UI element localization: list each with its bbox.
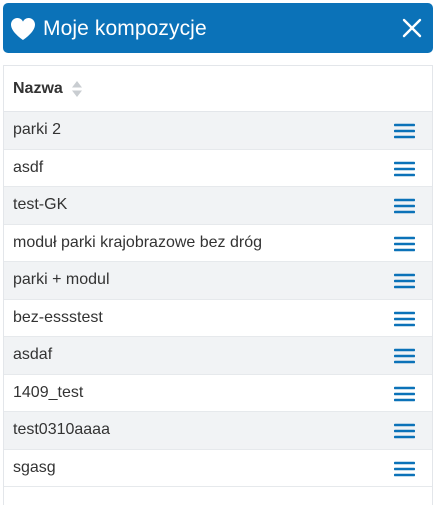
row-label: sgasg: [13, 458, 56, 476]
menu-icon[interactable]: [394, 348, 415, 364]
row-label: moduł parki krajobrazowe bez dróg: [13, 233, 263, 251]
menu-icon[interactable]: [394, 423, 415, 439]
row-label: test0310aaaa: [13, 421, 110, 439]
table-row[interactable]: moduł parki krajobrazowe bez dróg: [4, 224, 432, 262]
row-label: asdf: [13, 158, 44, 176]
table-row[interactable]: sgasg: [4, 449, 432, 487]
menu-icon[interactable]: [394, 198, 415, 214]
sort-icon[interactable]: [71, 80, 83, 98]
menu-icon[interactable]: [394, 273, 415, 289]
row-label: parki 2: [13, 121, 62, 139]
compositions-panel: Moje kompozycje Nazwa parki 2 asdf test-GK…: [3, 3, 433, 505]
column-header-name[interactable]: Nazwa: [4, 66, 432, 112]
compositions-table: Nazwa parki 2 asdf test-GK moduł parki kraj…: [3, 65, 433, 505]
heart-icon: [11, 18, 35, 40]
table-row[interactable]: parki 2: [4, 112, 432, 150]
table-row[interactable]: test0310aaaa: [4, 412, 432, 450]
table-row[interactable]: asdf: [4, 149, 432, 187]
menu-icon[interactable]: [394, 461, 415, 477]
table-row[interactable]: parki + modul: [4, 262, 432, 300]
table-row[interactable]: bez-essstest: [4, 299, 432, 337]
row-label: asdaf: [13, 346, 53, 364]
menu-icon[interactable]: [394, 311, 415, 327]
menu-icon[interactable]: [394, 123, 415, 139]
row-label: parki + modul: [13, 271, 110, 289]
column-header-label: Nazwa: [13, 79, 63, 97]
panel-title: Moje kompozycje: [43, 17, 207, 40]
table-row[interactable]: test-GK: [4, 187, 432, 225]
row-label: bez-essstest: [13, 308, 103, 326]
row-label: 1409_test: [13, 383, 84, 401]
menu-icon[interactable]: [394, 161, 415, 177]
row-label: test-GK: [13, 196, 68, 214]
table-row[interactable]: asdaf: [4, 337, 432, 375]
table-body: parki 2 asdf test-GK moduł parki krajobrazo…: [4, 112, 432, 487]
panel-header: Moje kompozycje: [3, 3, 433, 53]
close-icon[interactable]: [401, 17, 423, 39]
menu-icon[interactable]: [394, 386, 415, 402]
menu-icon[interactable]: [394, 236, 415, 252]
table-row[interactable]: 1409_test: [4, 374, 432, 412]
